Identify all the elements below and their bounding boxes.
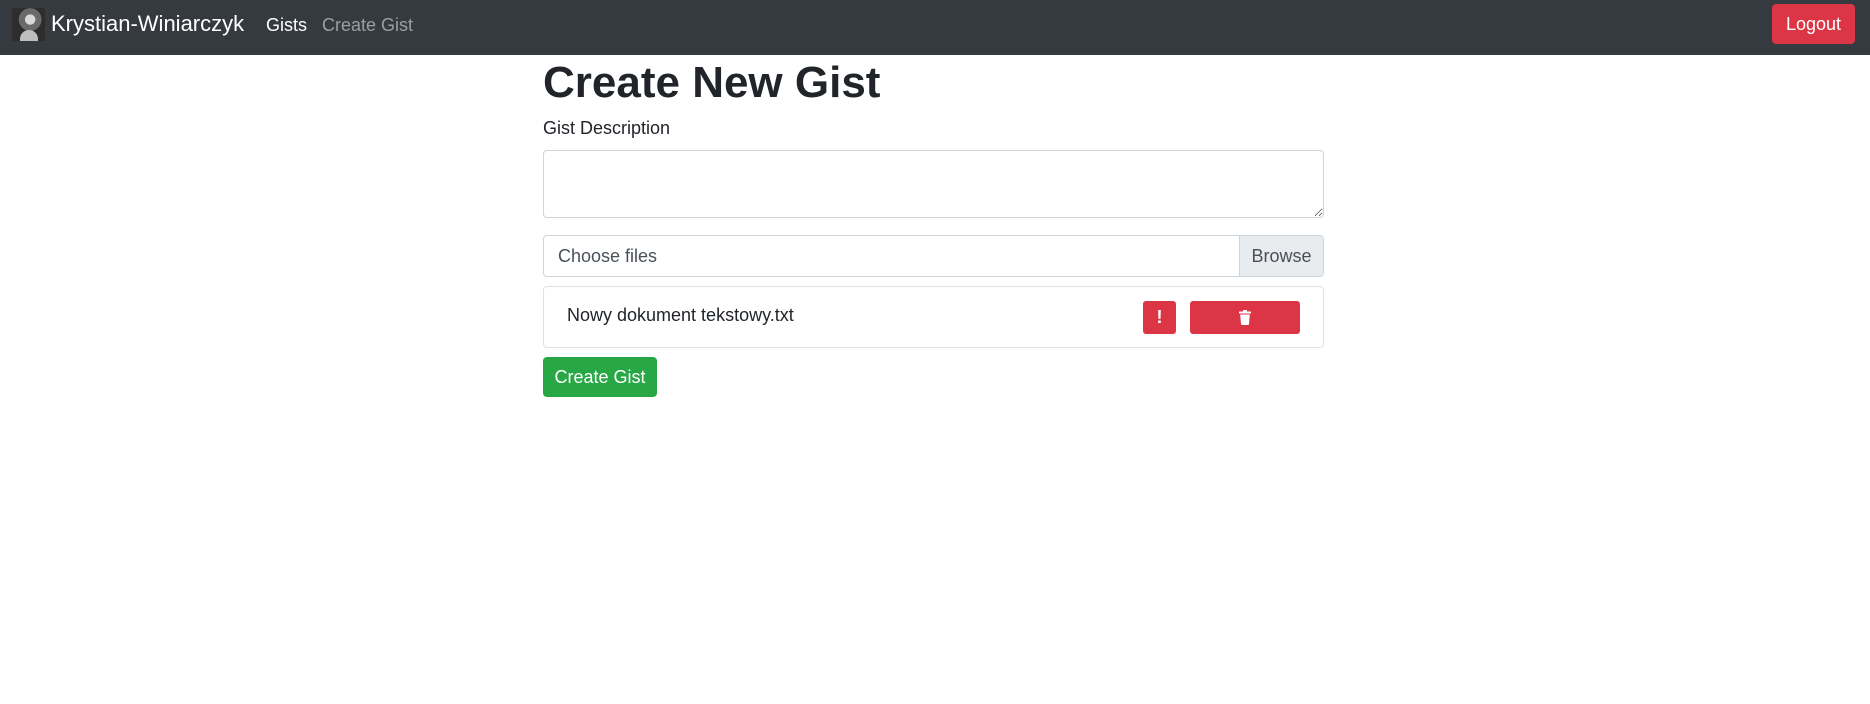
exclamation-icon[interactable]: ! (1143, 301, 1176, 334)
delete-file-button[interactable] (1190, 301, 1300, 334)
file-list-item: Nowy dokument tekstowy.txt ! (543, 286, 1324, 348)
nav-link-gists[interactable]: Gists (266, 14, 307, 36)
trash-icon (1239, 310, 1251, 325)
browse-button[interactable]: Browse (1239, 236, 1323, 276)
brand-name: Krystian-Winiarczyk (51, 11, 245, 36)
file-chooser[interactable]: Choose files Browse (543, 235, 1324, 277)
create-gist-button[interactable]: Create Gist (543, 357, 657, 397)
page-title: Create New Gist (543, 58, 881, 107)
top-navbar: Krystian-Winiarczyk Gists Create Gist Lo… (0, 0, 1870, 55)
brand-link[interactable]: Krystian-Winiarczyk (12, 7, 244, 41)
gist-description-input[interactable] (543, 150, 1324, 218)
file-name: Nowy dokument tekstowy.txt (567, 305, 794, 325)
logout-button[interactable]: Logout (1772, 4, 1855, 44)
user-avatar (12, 7, 45, 41)
file-chooser-placeholder: Choose files (558, 246, 658, 266)
gist-description-label: Gist Description (543, 118, 671, 138)
nav-link-create-gist[interactable]: Create Gist (322, 14, 413, 36)
